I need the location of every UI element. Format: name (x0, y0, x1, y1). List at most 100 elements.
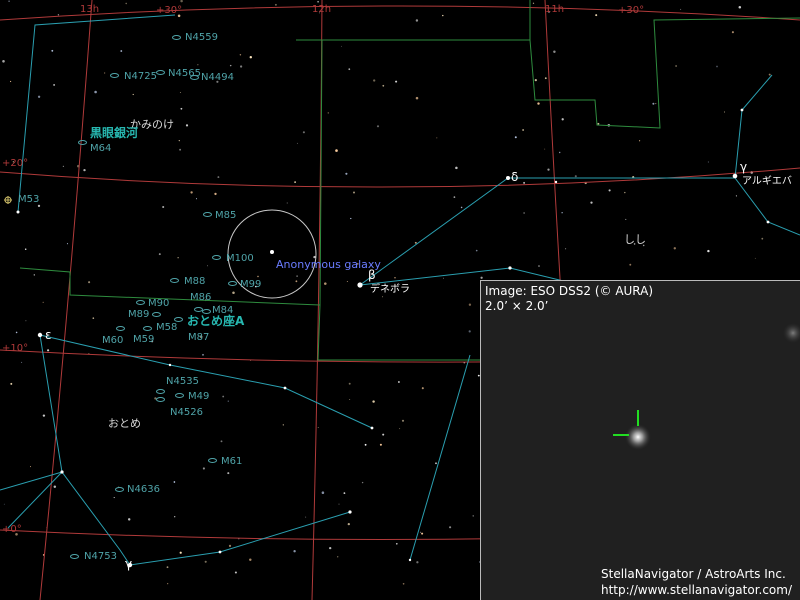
star-algieba-label[interactable]: アルギエバ (742, 176, 792, 187)
faint-star (414, 241, 417, 244)
constellation-virgo: おとめ (108, 417, 141, 430)
faint-star (295, 280, 298, 283)
label-n4725[interactable]: N4725 (124, 71, 157, 82)
faint-star (125, 2, 127, 5)
faint-star (379, 443, 382, 446)
label-m86[interactable]: M86 (190, 292, 211, 303)
faint-star (347, 522, 350, 526)
faint-star (232, 291, 235, 295)
faint-star (754, 257, 756, 259)
faint-star (177, 257, 179, 259)
faint-star (195, 198, 198, 200)
inset-image (613, 323, 800, 450)
target-galaxy-label[interactable]: Anonymous galaxy (276, 259, 381, 270)
faint-star (113, 497, 115, 499)
faint-star (227, 400, 229, 402)
faint-star (104, 72, 106, 74)
faint-star (179, 551, 182, 554)
faint-star (305, 516, 307, 518)
faint-star (338, 503, 340, 505)
faint-star (227, 472, 230, 475)
faint-star (294, 181, 296, 183)
label-m90[interactable]: M90 (148, 298, 169, 309)
faint-star (453, 196, 456, 198)
label-n4753[interactable]: N4753 (84, 551, 117, 562)
label-n4535[interactable]: N4535 (166, 376, 199, 387)
star-denebola-label[interactable]: デネボラ (370, 284, 410, 295)
star-delta-leo[interactable]: δ (511, 171, 518, 183)
label-m59[interactable]: M59 (133, 334, 154, 345)
faint-star (468, 330, 471, 333)
label-n4559[interactable]: N4559 (185, 32, 218, 43)
faint-star (419, 531, 422, 533)
label-virgo-cluster[interactable]: おとめ座A (187, 315, 244, 327)
inset-url[interactable]: http://www.stellanavigator.com/ (601, 583, 792, 597)
label-n4636[interactable]: N4636 (127, 484, 160, 495)
faint-star (382, 433, 385, 436)
faint-star (158, 253, 161, 256)
faint-star (327, 112, 330, 114)
galaxy-marker (143, 326, 152, 331)
faint-star (738, 5, 742, 9)
label-m85[interactable]: M85 (215, 210, 236, 221)
faint-star (239, 54, 242, 56)
label-m61[interactable]: M61 (221, 456, 242, 467)
faint-star (185, 124, 189, 127)
faint-star (735, 195, 737, 197)
galaxy-marker (156, 389, 165, 394)
faint-star (397, 381, 400, 383)
label-m64[interactable]: M64 (90, 143, 111, 154)
faint-star (335, 149, 338, 152)
label-m99[interactable]: M99 (240, 279, 261, 290)
faint-star (364, 443, 367, 446)
star-beta-leo[interactable]: β (368, 269, 376, 281)
faint-star (88, 353, 90, 354)
faint-star (724, 111, 725, 113)
faint-star (565, 248, 567, 250)
faint-star (302, 131, 305, 134)
faint-star (180, 107, 183, 110)
label-m87[interactable]: M87 (188, 332, 209, 343)
label-m89[interactable]: M89 (128, 309, 149, 320)
faint-star (179, 92, 181, 93)
faint-star (345, 172, 348, 175)
faint-star (214, 192, 217, 196)
label-m60[interactable]: M60 (102, 335, 123, 346)
label-m58[interactable]: M58 (156, 322, 177, 333)
faint-star (162, 205, 165, 209)
faint-star (480, 276, 483, 279)
faint-star (468, 303, 472, 306)
label-m53[interactable]: M53 (18, 194, 39, 205)
label-m100[interactable]: M100 (226, 253, 254, 264)
label-m49[interactable]: M49 (188, 391, 209, 402)
label-black-eye-galaxy[interactable]: 黒眼銀河 (90, 127, 138, 139)
label-m88[interactable]: M88 (184, 276, 205, 287)
faint-star (174, 516, 176, 518)
faint-star (42, 414, 46, 417)
faint-star (33, 274, 35, 276)
label-n4494[interactable]: N4494 (201, 72, 234, 83)
star-gamma-vir[interactable]: γ (125, 558, 132, 570)
star-epsilon-vir[interactable]: ε (45, 329, 52, 341)
faint-star (361, 481, 364, 484)
faint-star (190, 191, 193, 194)
faint-star (15, 331, 18, 334)
faint-star (595, 14, 598, 17)
faint-star (716, 65, 718, 68)
faint-star (399, 428, 401, 430)
faint-star (329, 546, 332, 550)
faint-star (204, 560, 207, 563)
label-n4526[interactable]: N4526 (170, 407, 203, 418)
faint-star (321, 491, 325, 494)
faint-star (395, 542, 398, 545)
dec-label-30-right: +30° (618, 5, 645, 16)
faint-star (173, 481, 176, 483)
faint-star (395, 80, 398, 83)
constellation-leo: しし (624, 233, 646, 246)
faint-star (532, 2, 535, 4)
faint-star (382, 296, 384, 298)
star-gamma-leo[interactable]: γ (740, 161, 747, 173)
ra-label-13h: 13h (80, 4, 100, 15)
galaxy-marker (170, 278, 179, 283)
faint-star (372, 400, 375, 403)
